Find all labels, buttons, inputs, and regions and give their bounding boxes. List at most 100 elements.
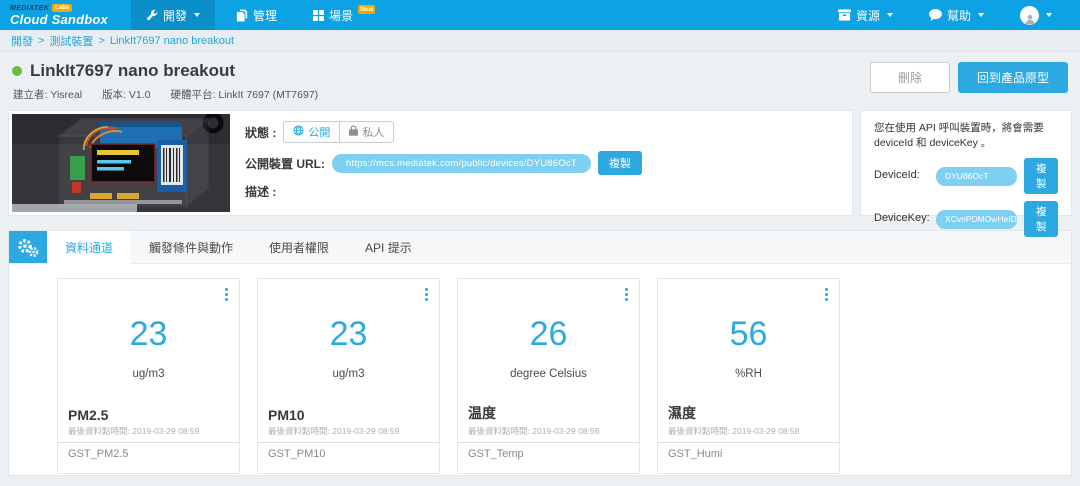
device-info-panel: 狀態 : 公開 私人 公開裝置 URL: https://mcs.mediate… — [8, 110, 853, 216]
nav-item-manage[interactable]: 管理 — [221, 0, 292, 30]
nav-item-label: 開發 — [162, 8, 187, 23]
channel-unit: ug/m3 — [132, 368, 165, 380]
chevron-down-icon — [193, 13, 200, 17]
kebab-menu-icon[interactable] — [423, 286, 430, 303]
channel-timestamp: 最後資料點時間: 2019-03-29 08:59 — [58, 423, 239, 442]
breadcrumb-develop[interactable]: 開發 — [11, 33, 33, 49]
device-key-label: DeviceKey: — [874, 212, 930, 225]
nav-item-develop[interactable]: 開發 — [130, 0, 215, 30]
copy-device-id-button[interactable]: 複製 — [1024, 158, 1058, 195]
top-navbar: MEDIATEK Labs Cloud Sandbox 開發 管理 場景 New… — [0, 0, 1080, 30]
platform-label: 硬體平台: — [170, 89, 216, 101]
channel-id: GST_Humi — [658, 442, 839, 473]
channel-unit: ug/m3 — [332, 368, 365, 380]
labs-badge: Labs — [52, 4, 73, 12]
channel-timestamp: 最後資料點時間: 2019-03-29 08:58 — [658, 423, 839, 442]
timestamp-label: 最後資料點時間: — [268, 426, 330, 436]
chevron-down-icon — [886, 13, 893, 17]
nav-item-help[interactable]: 幫助 — [914, 0, 999, 30]
page-head: LinkIt7697 nano breakout 建立者: Yisreal 版本… — [0, 52, 1080, 106]
back-to-prototype-button[interactable]: 回到產品原型 — [957, 62, 1068, 93]
status-label: 狀態 : — [245, 125, 277, 140]
page-title: LinkIt7697 nano breakout — [30, 61, 235, 80]
nav-item-label: 資源 — [855, 8, 880, 23]
tab-user-permissions[interactable]: 使用者權限 — [251, 231, 347, 263]
private-label: 私人 — [362, 127, 385, 139]
breadcrumb: 開發 > 測試裝置 > LinkIt7697 nano breakout — [0, 30, 1080, 52]
channel-id: GST_PM10 — [258, 442, 439, 473]
resource-box-icon — [837, 9, 851, 21]
channel-value: 26 — [529, 315, 568, 353]
nav-item-resources[interactable]: 資源 — [823, 0, 908, 30]
lock-icon — [349, 125, 359, 139]
chevron-down-icon — [978, 13, 984, 17]
public-url-label: 公開裝置 URL: — [245, 156, 325, 171]
channel-value: 23 — [329, 315, 368, 353]
kebab-menu-icon[interactable] — [823, 286, 830, 303]
timestamp-label: 最後資料點時間: — [668, 426, 730, 436]
delete-button[interactable]: 刪除 — [869, 62, 950, 93]
tab-api-hints[interactable]: API 提示 — [347, 231, 430, 263]
nav-item-label: 幫助 — [946, 8, 971, 23]
device-id-value: DYU86OcT — [936, 167, 1018, 186]
wrench-icon — [146, 9, 158, 21]
channel-name: PM10 — [268, 407, 305, 423]
channel-card-humidity[interactable]: 56 %RH 濕度 最後資料點時間: 2019-03-29 08:58 GST_… — [657, 278, 840, 474]
device-id-label: DeviceId: — [874, 169, 920, 182]
app-logo[interactable]: MEDIATEK Labs Cloud Sandbox — [0, 0, 128, 30]
copy-url-button[interactable]: 複製 — [597, 151, 642, 175]
visibility-toggle: 公開 私人 — [283, 121, 395, 143]
tab-data-channels[interactable]: 資料通道 — [47, 231, 132, 264]
timestamp-value: 2019-03-29 08:59 — [332, 426, 400, 436]
channel-card-temperature[interactable]: 26 degree Celsius 温度 最後資料點時間: 2019-03-29… — [457, 278, 640, 474]
nav-item-scene[interactable]: 場景 New — [298, 0, 390, 30]
device-key-value: XCvnPDMOwHeIDNm0 — [936, 210, 1018, 229]
product-name: Cloud Sandbox — [10, 12, 108, 27]
breadcrumb-current[interactable]: LinkIt7697 nano breakout — [110, 35, 234, 47]
kebab-menu-icon[interactable] — [223, 286, 230, 303]
brand-name: MEDIATEK — [10, 4, 50, 12]
description-label: 描述 : — [245, 185, 277, 199]
api-hint-text: 您在使用 API 呼叫裝置時，將會需要 deviceId 和 deviceKey… — [874, 122, 1044, 150]
public-url-value: https://mcs.mediatek.com/public/devices/… — [332, 153, 591, 173]
breadcrumb-test-devices[interactable]: 測試裝置 — [49, 33, 93, 49]
tab-triggers-actions[interactable]: 觸發條件與動作 — [131, 231, 251, 263]
version-value: V1.0 — [128, 89, 151, 101]
channel-value: 56 — [729, 315, 768, 353]
channel-id: GST_PM2.5 — [58, 442, 239, 473]
manage-icon — [236, 9, 248, 22]
channel-card-pm25[interactable]: 23 ug/m3 PM2.5 最後資料點時間: 2019-03-29 08:59… — [57, 278, 240, 474]
help-chat-icon — [929, 9, 942, 21]
data-channels-panel: 23 ug/m3 PM2.5 最後資料點時間: 2019-03-29 08:59… — [8, 264, 1072, 476]
nav-item-label: 場景 — [328, 8, 353, 23]
channel-unit: degree Celsius — [510, 368, 587, 380]
private-toggle-button[interactable]: 私人 — [340, 122, 393, 142]
timestamp-label: 最後資料點時間: — [68, 426, 130, 436]
timestamp-label: 最後資料點時間: — [468, 426, 530, 436]
platform-value: LinkIt 7697 (MT7697) — [218, 89, 319, 101]
channel-card-pm10[interactable]: 23 ug/m3 PM10 最後資料點時間: 2019-03-29 08:59 … — [257, 278, 440, 474]
channel-name: PM2.5 — [68, 407, 109, 423]
breadcrumb-separator: > — [38, 34, 45, 47]
creator-label: 建立者: — [13, 89, 48, 101]
channel-unit: %RH — [735, 368, 762, 380]
breadcrumb-separator: > — [98, 34, 105, 47]
channel-name: 濕度 — [668, 405, 696, 421]
device-photo — [12, 114, 230, 212]
user-menu[interactable] — [1005, 0, 1067, 30]
nav-item-label: 管理 — [252, 8, 277, 23]
copy-device-key-button[interactable]: 複製 — [1024, 201, 1058, 238]
online-status-dot — [12, 66, 22, 76]
channel-id: GST_Temp — [458, 442, 639, 473]
channel-name: 温度 — [468, 405, 496, 421]
timestamp-value: 2019-03-29 08:58 — [732, 426, 800, 436]
avatar — [1020, 5, 1039, 25]
channel-timestamp: 最後資料點時間: 2019-03-29 08:59 — [258, 423, 439, 442]
channel-timestamp: 最後資料點時間: 2019-03-29 08:56 — [458, 423, 639, 442]
public-toggle-button[interactable]: 公開 — [284, 122, 341, 142]
timestamp-value: 2019-03-29 08:59 — [132, 426, 200, 436]
channel-value: 23 — [129, 315, 168, 353]
kebab-menu-icon[interactable] — [623, 286, 630, 303]
public-label: 公開 — [308, 127, 331, 139]
version-label: 版本: — [102, 89, 126, 101]
